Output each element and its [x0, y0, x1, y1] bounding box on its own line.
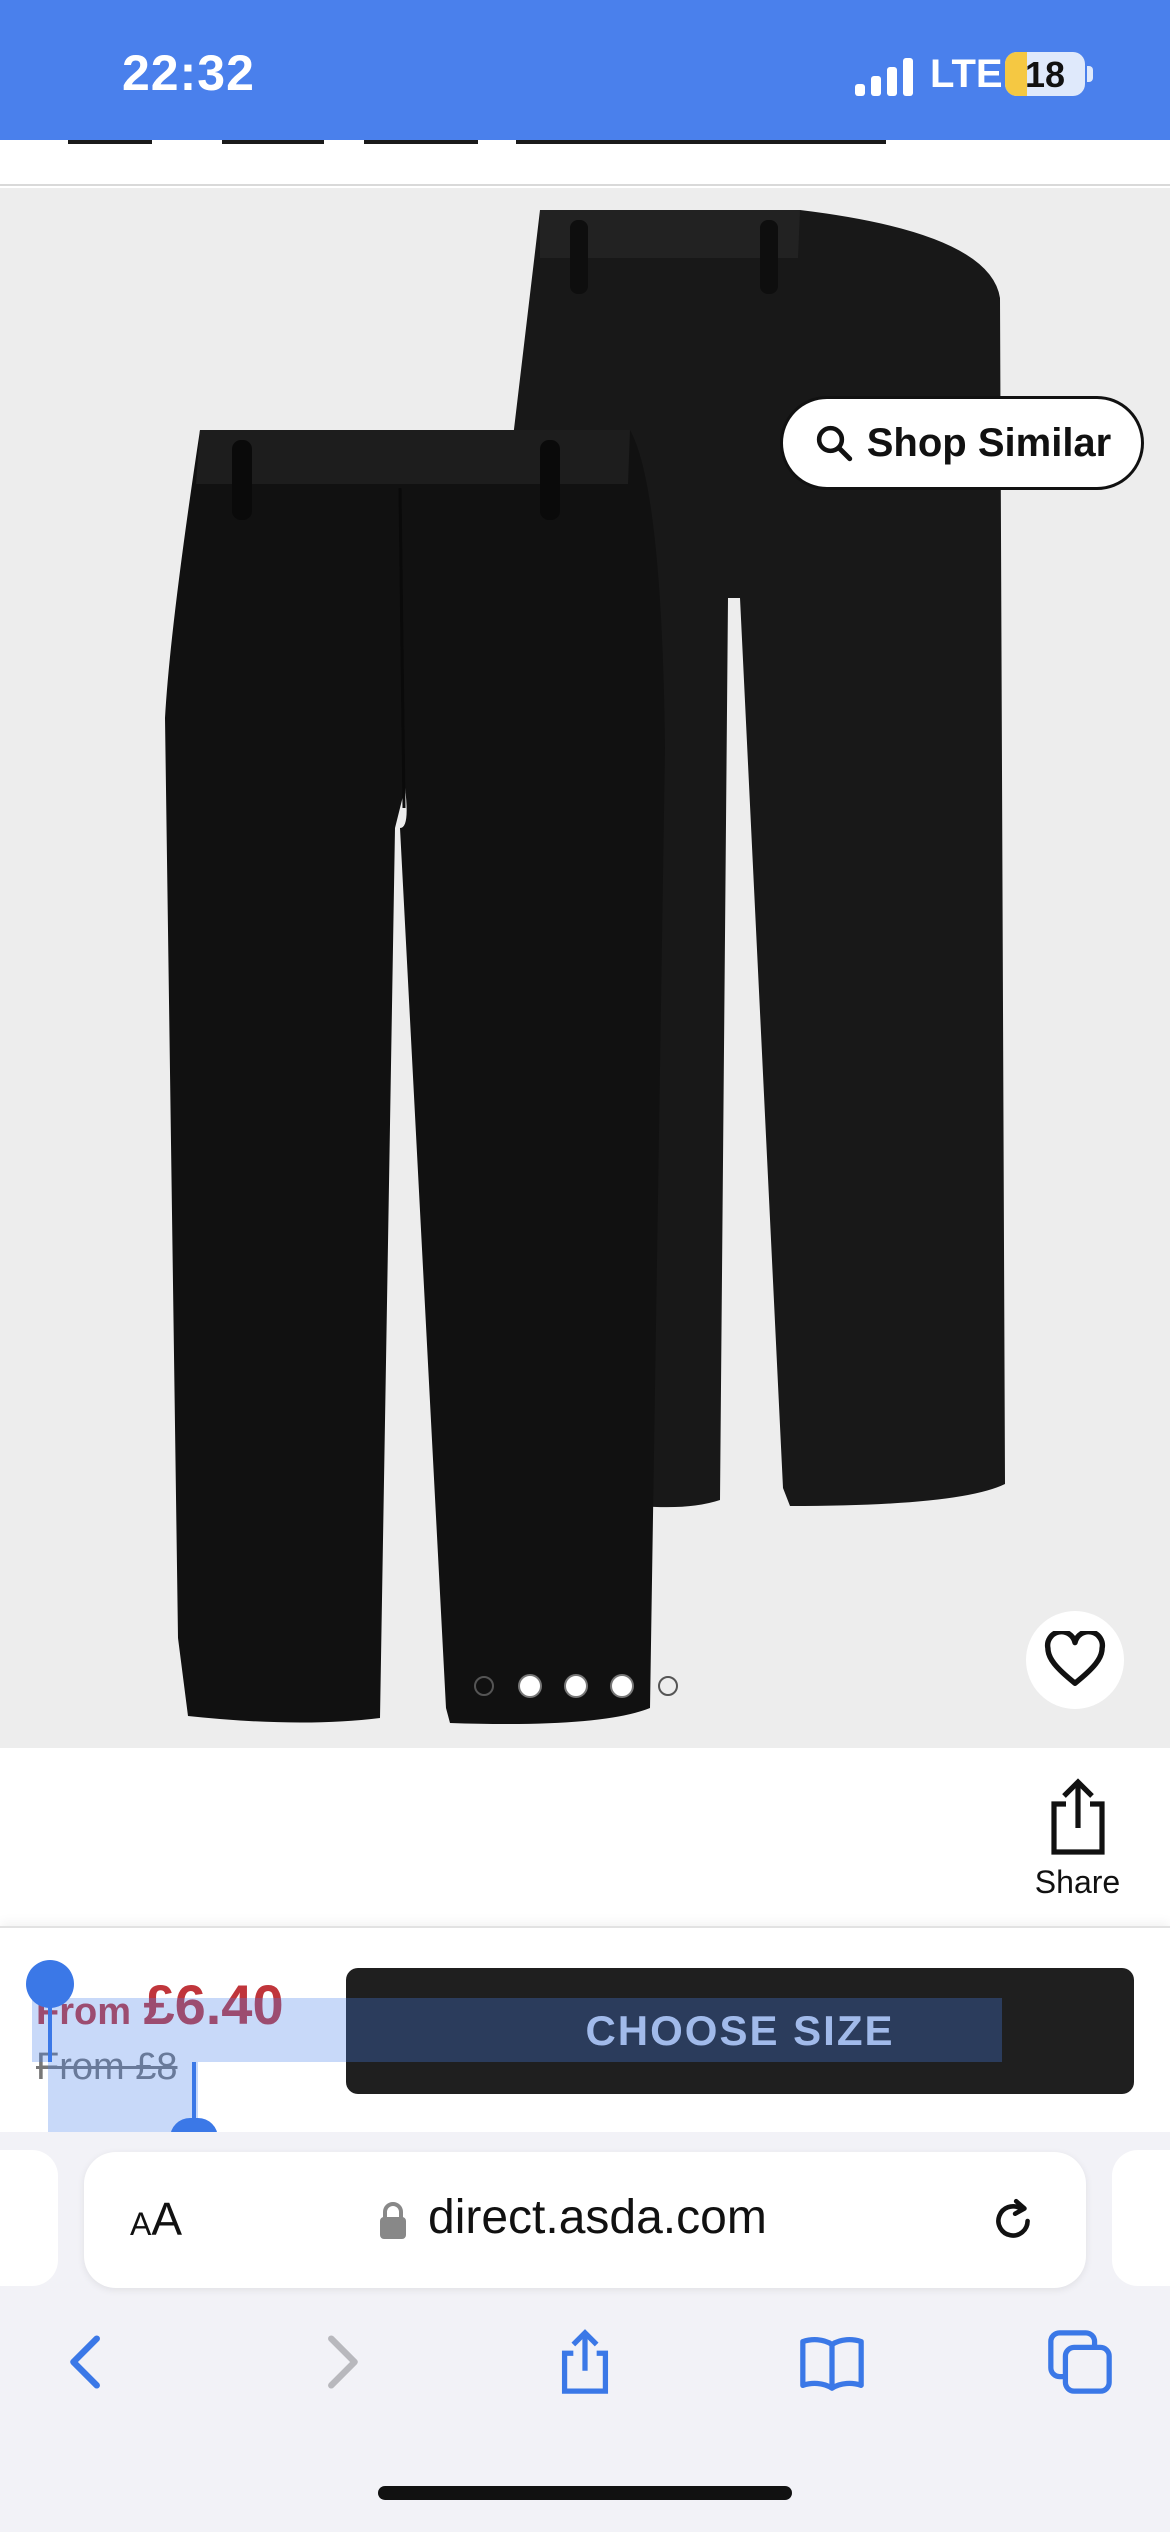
carousel-dot[interactable] — [474, 1676, 494, 1696]
battery-level: 18 — [1024, 54, 1066, 95]
network-type: LTE — [930, 52, 1003, 96]
text-size-button[interactable]: AA — [130, 2192, 182, 2246]
browser-nav-row — [0, 2312, 1170, 2412]
carousel-dot[interactable] — [658, 1676, 678, 1696]
selection-end-bar — [192, 2062, 196, 2126]
breadcrumb-link[interactable] — [222, 140, 324, 144]
carousel-dot[interactable] — [612, 1676, 632, 1696]
share-icon — [1050, 1778, 1105, 1855]
status-time: 22:32 — [122, 45, 255, 101]
favourite-button[interactable] — [1026, 1611, 1124, 1709]
choose-size-button[interactable]: CHOOSE SIZE — [346, 1968, 1134, 2094]
selection-start-bar — [48, 1988, 52, 2062]
search-icon — [816, 425, 852, 462]
carousel-dot[interactable] — [566, 1676, 586, 1696]
shop-similar-label: Shop Similar — [866, 420, 1112, 465]
next-tab-preview[interactable] — [1112, 2150, 1170, 2286]
price-amount: £6.40 — [143, 1973, 284, 2036]
home-indicator — [378, 2486, 792, 2500]
chevron-left-icon — [70, 2335, 100, 2389]
back-button[interactable] — [38, 2312, 138, 2412]
tabs-button[interactable] — [1030, 2312, 1130, 2412]
bookmarks-button[interactable] — [782, 2312, 882, 2412]
lock-icon — [380, 2202, 406, 2239]
previous-tab-preview[interactable] — [0, 2150, 58, 2286]
book-icon — [800, 2337, 864, 2391]
status-bar: 22:32 LTE 18 — [0, 0, 1170, 140]
breadcrumb-link[interactable] — [364, 140, 478, 144]
breadcrumb-link[interactable] — [516, 140, 886, 144]
carousel-dot[interactable] — [520, 1676, 540, 1696]
reload-icon[interactable] — [988, 2196, 1038, 2246]
purchase-bar: From £6.40 From £8 CHOOSE SIZE — [0, 1926, 1170, 2138]
share-button[interactable]: Share — [1020, 1775, 1135, 1901]
url-text: direct.asda.com — [428, 2191, 767, 2244]
share-icon — [561, 2329, 609, 2394]
share-page-button[interactable] — [535, 2312, 635, 2412]
shop-similar-button[interactable]: Shop Similar — [780, 396, 1144, 490]
product-image-carousel[interactable]: Shop Similar — [0, 188, 1170, 1748]
share-label: Share — [1034, 1864, 1121, 1900]
battery-icon: 18 — [1005, 52, 1085, 96]
previous-price: From £8 — [36, 2046, 178, 2088]
chevron-right-icon — [328, 2335, 358, 2389]
heart-icon — [1044, 1631, 1106, 1686]
browser-toolbar: AA direct.asda.com — [0, 2132, 1170, 2532]
address-bar[interactable]: AA direct.asda.com — [84, 2152, 1086, 2288]
signal-icon — [855, 58, 915, 96]
tabs-icon — [1048, 2330, 1112, 2394]
breadcrumb-link[interactable] — [68, 140, 152, 144]
forward-button[interactable] — [290, 2312, 390, 2412]
breadcrumb — [0, 140, 1170, 186]
battery-tip — [1087, 66, 1093, 82]
carousel-pagination — [474, 1676, 678, 1696]
